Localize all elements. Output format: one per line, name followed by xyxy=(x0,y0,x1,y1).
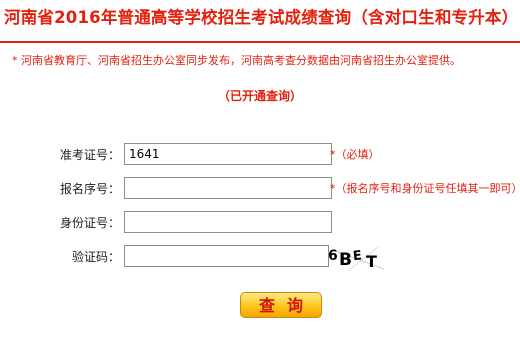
exam-number-row: 准考证号： *（必填） xyxy=(0,143,520,167)
id-number-row: 身份证号： xyxy=(0,211,520,235)
captcha-row: 验证码： 6 B E T xyxy=(0,245,520,272)
exam-number-input[interactable] xyxy=(124,143,332,165)
page-title: 河南省2016年普通高等学校招生考试成绩查询（含对口生和专升本） xyxy=(4,8,519,27)
captcha-input[interactable] xyxy=(124,245,329,267)
exam-number-hint: *（必填） xyxy=(330,148,380,161)
captcha-char: B xyxy=(339,250,352,270)
source-notice: * 河南省教育厅、河南省招生办公室同步发布，河南高考查分数据由河南省招生办公室提… xyxy=(12,54,461,67)
status-text: （已开通查询） xyxy=(217,89,302,103)
captcha-label: 验证码： xyxy=(71,250,120,264)
captcha-char: 6 xyxy=(328,248,338,264)
query-button[interactable]: 查询 xyxy=(240,292,322,318)
title-divider xyxy=(0,41,520,43)
registration-number-hint: *（报名序号和身份证号任填其一即可） xyxy=(330,182,520,195)
registration-number-row: 报名序号： *（报名序号和身份证号任填其一即可） xyxy=(0,177,520,201)
exam-number-label: 准考证号： xyxy=(59,148,120,162)
id-number-input[interactable] xyxy=(124,211,332,233)
captcha-image[interactable]: 6 B E T xyxy=(328,245,392,273)
registration-number-label: 报名序号： xyxy=(59,182,120,196)
captcha-char: T xyxy=(366,252,377,271)
id-number-label: 身份证号： xyxy=(59,216,120,230)
captcha-char: E xyxy=(352,248,362,264)
registration-number-input[interactable] xyxy=(124,177,332,199)
